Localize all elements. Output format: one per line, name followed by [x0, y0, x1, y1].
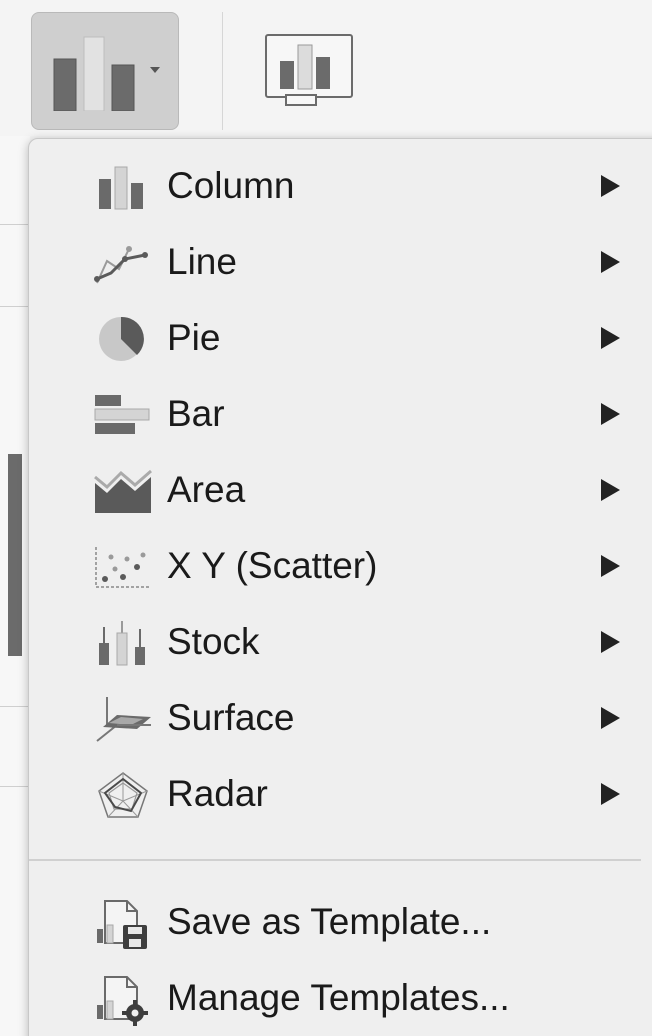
submenu-arrow-icon — [601, 631, 620, 653]
save-template-icon — [93, 899, 153, 949]
menu-item-label: Bar — [167, 393, 225, 434]
menu-item-label: Area — [167, 469, 246, 510]
toolbar-divider — [222, 12, 223, 130]
bar-chart-icon — [93, 391, 153, 439]
column-chart-icon — [52, 35, 144, 111]
column-chart-icon — [93, 163, 153, 211]
menu-item-label: Pie — [167, 317, 221, 358]
menu-item-stock[interactable]: Stock — [29, 605, 641, 681]
menu-item-scatter[interactable]: X Y (Scatter) — [29, 529, 641, 605]
menu-item-column[interactable]: Column — [29, 149, 641, 225]
submenu-arrow-icon — [601, 783, 620, 805]
surface-chart-icon — [93, 695, 153, 743]
scatter-chart-icon — [93, 543, 153, 591]
menu-item-label: Line — [167, 241, 237, 282]
menu-item-manage-templates[interactable]: Manage Templates... — [29, 961, 641, 1036]
submenu-arrow-icon — [601, 707, 620, 729]
menu-item-label: X Y (Scatter) — [167, 545, 378, 586]
menu-item-label: Column — [167, 165, 295, 206]
submenu-arrow-icon — [601, 403, 620, 425]
submenu-arrow-icon — [601, 251, 620, 273]
menu-item-surface[interactable]: Surface — [29, 681, 641, 757]
app-window: Column Line Pie Bar Area X Y (Scatter) S… — [0, 0, 652, 1036]
manage-templates-icon — [93, 975, 153, 1026]
recommended-charts-button[interactable] — [264, 33, 354, 107]
stock-chart-icon — [93, 619, 153, 667]
menu-item-label: Radar — [167, 773, 268, 814]
recommended-charts-icon — [265, 34, 353, 106]
menu-item-line[interactable]: Line — [29, 225, 641, 301]
document-background — [0, 136, 30, 1036]
chart-type-menu: Column Line Pie Bar Area X Y (Scatter) S… — [28, 138, 652, 1036]
submenu-arrow-icon — [601, 175, 620, 197]
menu-item-bar[interactable]: Bar — [29, 377, 641, 453]
menu-item-label: Surface — [167, 697, 295, 738]
ribbon-toolbar — [0, 0, 652, 136]
menu-item-area[interactable]: Area — [29, 453, 641, 529]
submenu-arrow-icon — [601, 479, 620, 501]
radar-chart-icon — [93, 771, 153, 819]
menu-separator — [29, 859, 641, 861]
chevron-down-icon — [150, 67, 160, 73]
menu-item-label: Save as Template... — [167, 901, 492, 942]
line-chart-icon — [93, 239, 153, 287]
submenu-arrow-icon — [601, 327, 620, 349]
menu-item-radar[interactable]: Radar — [29, 757, 641, 833]
pie-chart-icon — [93, 315, 153, 363]
insert-chart-button[interactable] — [31, 12, 179, 130]
menu-item-label: Stock — [167, 621, 260, 662]
submenu-arrow-icon — [601, 555, 620, 577]
menu-item-label: Manage Templates... — [167, 977, 510, 1018]
menu-item-save-as-template[interactable]: Save as Template... — [29, 885, 641, 961]
menu-item-pie[interactable]: Pie — [29, 301, 641, 377]
area-chart-icon — [93, 467, 153, 515]
